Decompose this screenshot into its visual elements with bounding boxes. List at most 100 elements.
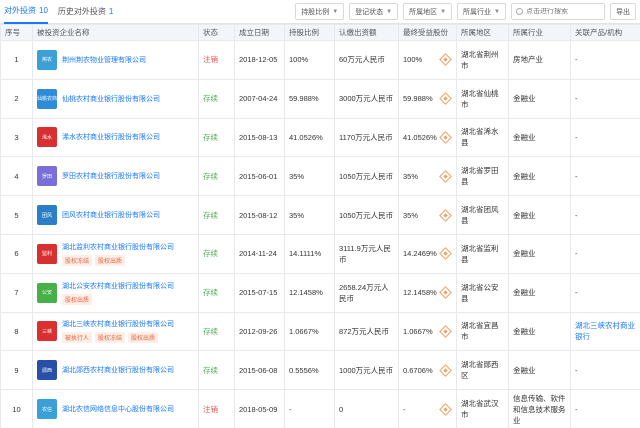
equity-chain-icon[interactable]: [439, 325, 452, 338]
filter-region-dropdown[interactable]: 所属地区 ▼: [403, 3, 453, 20]
header-no: 序号: [0, 24, 33, 41]
filter-industry-dropdown[interactable]: 所属行业 ▼: [457, 3, 506, 20]
company-cell: 浠水 浠水农村商业银行股份有限公司: [32, 117, 199, 158]
equity-chain-icon[interactable]: [439, 402, 452, 416]
related-product[interactable]: 湖北三峡农村商业银行: [575, 321, 635, 341]
company-logo: 公安: [37, 282, 57, 303]
founded-date: 2018-12-05: [234, 40, 285, 80]
company-cell: 公安 湖北公安农村商业银行股份有限公司 股权出质: [32, 272, 199, 313]
holding-ratio: 35%: [284, 156, 335, 197]
tab-history-investment[interactable]: 历史对外投资 1: [58, 0, 113, 24]
risk-badge[interactable]: 股权出质: [62, 293, 93, 305]
investment-table: 序号 被投资企业名称 状态 成立日期 持股比例 认缴出资额 最终受益股份 所属地…: [0, 24, 640, 428]
founded-date: 2007-04-24: [234, 78, 285, 119]
risk-badge[interactable]: 股权出质: [128, 332, 159, 344]
tab-label: 历史对外投资: [57, 7, 106, 16]
industry: 金融业: [508, 350, 571, 391]
tab-foreign-investment[interactable]: 对外投资 10: [4, 0, 48, 24]
risk-badge[interactable]: 股权冻结: [62, 254, 93, 266]
related-product: -: [575, 55, 578, 65]
company-cell: 荆农 荆州荆农物业管理有限公司: [32, 40, 199, 80]
company-logo: 三峡: [37, 321, 57, 342]
filter-ratio-dropdown[interactable]: 持股比例 ▼: [295, 3, 345, 20]
industry: 金融业: [508, 156, 571, 197]
company-logo: 仙桃农商: [37, 88, 57, 109]
search-input[interactable]: [526, 8, 602, 15]
company-logo: 浠水: [37, 127, 57, 148]
company-cell: 仙桃农商 仙桃农村商业银行股份有限公司: [32, 78, 199, 119]
equity-chain-icon[interactable]: [439, 92, 452, 106]
header-company: 被投资企业名称: [32, 24, 199, 41]
company-logo: 荆农: [37, 49, 57, 70]
related-product: -: [575, 404, 578, 414]
company-cell: 三峡 湖北三峡农村商业银行股份有限公司 被执行人 股权冻结 股权出质: [32, 311, 199, 352]
region: 湖北省荆州市: [456, 40, 509, 80]
status-badge: 存续: [203, 365, 218, 375]
table-row: 8 三峡 湖北三峡农村商业银行股份有限公司 被执行人 股权冻结 股权出质 存续 20…: [0, 311, 640, 352]
final-benefit-share: 100%: [403, 55, 423, 65]
search-icon: [516, 8, 523, 15]
industry: 金融业: [508, 195, 571, 235]
region: 湖北省武汉市: [456, 389, 509, 428]
risk-badge[interactable]: 股权出质: [95, 254, 126, 266]
header-ratio[interactable]: 持股比例: [284, 24, 335, 41]
holding-ratio: 35%: [284, 195, 335, 235]
company-name-link[interactable]: 荆州荆农物业管理有限公司: [62, 57, 146, 64]
chevron-down-icon: ▼: [494, 8, 500, 15]
founded-date: 2018-05-09: [234, 389, 285, 428]
company-name-link[interactable]: 湖北郧西农村商业银行股份有限公司: [62, 367, 174, 374]
company-name-link[interactable]: 湖北公安农村商业银行股份有限公司: [62, 283, 174, 290]
subscribed-capital: 2658.24万元人民币: [334, 272, 399, 313]
row-number: 9: [0, 350, 33, 391]
table-row: 6 监利 湖北监利农村商业银行股份有限公司 股权冻结 股权出质 存续 2014-1…: [0, 233, 640, 274]
company-name-link[interactable]: 湖北农信网络信息中心股份有限公司: [62, 406, 174, 413]
equity-chain-icon[interactable]: [439, 363, 452, 377]
search-box[interactable]: [511, 3, 605, 20]
equity-chain-icon[interactable]: [439, 286, 452, 300]
final-benefit-share: 1.0667%: [403, 326, 433, 336]
company-name-link[interactable]: 湖北三峡农村商业银行股份有限公司: [62, 321, 174, 328]
row-number: 5: [0, 195, 33, 235]
region: 湖北省仙桃市: [456, 78, 509, 119]
final-benefit-share: 14.2469%: [403, 249, 437, 259]
export-button[interactable]: 导出: [610, 3, 636, 20]
holding-ratio: 41.0526%: [284, 117, 335, 158]
company-logo: 郧西: [37, 360, 57, 381]
final-benefit-share: 35%: [403, 171, 419, 181]
risk-badge[interactable]: 被执行人: [62, 332, 93, 344]
company-name-link[interactable]: 罗田农村商业银行股份有限公司: [62, 173, 160, 180]
chevron-down-icon: ▼: [332, 8, 339, 15]
status-badge: 存续: [203, 249, 218, 259]
risk-badge[interactable]: 股权冻结: [95, 332, 126, 344]
row-number: 7: [0, 272, 33, 313]
filter-status-dropdown[interactable]: 登记状态 ▼: [349, 3, 399, 20]
equity-chain-icon[interactable]: [439, 169, 452, 183]
final-benefit-share: 12.1458%: [403, 288, 437, 298]
company-cell: 郧西 湖北郧西农村商业银行股份有限公司: [32, 350, 199, 391]
related-product: -: [575, 249, 578, 259]
header-related: 关联产品/机构: [570, 24, 640, 41]
final-benefit-share: 41.0526%: [403, 132, 437, 142]
equity-chain-icon[interactable]: [439, 247, 452, 261]
header-date[interactable]: 成立日期: [234, 24, 285, 41]
filter-label: 所属行业: [463, 8, 492, 16]
holding-ratio: 0.5556%: [284, 350, 335, 391]
company-name-link[interactable]: 浠水农村商业银行股份有限公司: [62, 134, 160, 141]
table-row: 1 荆农 荆州荆农物业管理有限公司 注销 2018-12-05 100% 60万…: [0, 40, 640, 80]
company-name-link[interactable]: 仙桃农村商业银行股份有限公司: [62, 96, 160, 103]
company-name-link[interactable]: 湖北监利农村商业银行股份有限公司: [62, 244, 174, 251]
region: 湖北省团风县: [456, 195, 509, 235]
equity-chain-icon[interactable]: [439, 208, 452, 222]
holding-ratio: 100%: [284, 40, 335, 80]
final-benefit-share: -: [403, 404, 406, 414]
header-capital[interactable]: 认缴出资额: [334, 24, 399, 41]
region: 湖北省公安县: [456, 272, 509, 313]
subscribed-capital: 872万元人民币: [334, 311, 399, 352]
equity-chain-icon[interactable]: [439, 53, 452, 67]
filter-label: 登记状态: [355, 8, 384, 16]
industry: 金融业: [508, 117, 571, 158]
company-cell: 监利 湖北监利农村商业银行股份有限公司 股权冻结 股权出质: [32, 233, 199, 274]
equity-chain-icon[interactable]: [439, 131, 452, 144]
company-name-link[interactable]: 团风农村商业银行股份有限公司: [62, 212, 160, 219]
company-cell: 罗田 罗田农村商业银行股份有限公司: [32, 156, 199, 197]
